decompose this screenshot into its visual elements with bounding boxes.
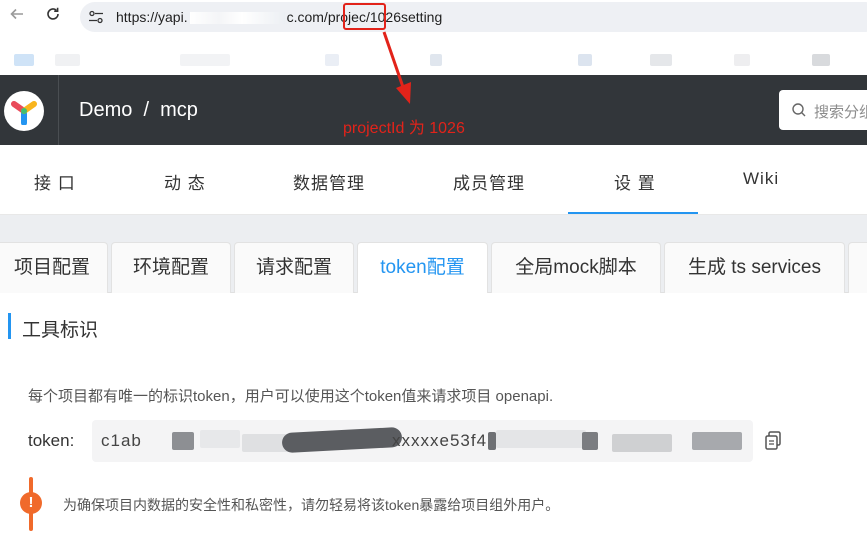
subtab-env-config[interactable]: 环境配置 (111, 242, 231, 293)
tab-settings[interactable]: 设 置 (614, 169, 656, 194)
breadcrumb[interactable]: Demo / mcp (79, 99, 198, 122)
settings-sub-tabs: 项目配置 环境配置 请求配置 token配置 全局mock脚本 生成 ts se… (0, 242, 867, 294)
subtab-project-config[interactable]: 项目配置 (0, 242, 108, 293)
browser-toolbar: https://yapi. c.com/projec/1026setting (0, 0, 867, 34)
subtab-ts-services[interactable]: 生成 ts services (664, 242, 845, 293)
project-id-highlight (343, 3, 386, 30)
tab-wiki[interactable]: Wiki (743, 169, 779, 189)
token-value-start: c1ab (101, 431, 142, 450)
token-description: 每个项目都有唯一的标识token，用户可以使用这个token值来请求项目 ope… (28, 388, 554, 405)
token-value-middle: xxxxxe53f4 (392, 431, 488, 450)
search-icon (791, 102, 807, 123)
main-tabs: 接 口 动 态 数据管理 成员管理 设 置 Wiki (0, 145, 867, 215)
subtab-request-config[interactable]: 请求配置 (234, 242, 354, 293)
yapi-logo-icon[interactable] (4, 91, 44, 131)
subtab-more[interactable] (848, 242, 867, 293)
subtab-token-config[interactable]: token配置 (357, 242, 488, 294)
copy-icon[interactable] (764, 431, 782, 451)
separator-band (0, 215, 867, 242)
tab-member-management[interactable]: 成员管理 (453, 169, 525, 194)
bookmarks-bar (0, 50, 867, 70)
warning-icon: ! (20, 492, 42, 514)
address-bar[interactable]: https://yapi. c.com/projec/1026setting (80, 2, 867, 32)
token-label: token: (28, 431, 75, 450)
active-tab-indicator (568, 212, 698, 214)
subtab-global-mock[interactable]: 全局mock脚本 (491, 242, 661, 293)
back-arrow-icon[interactable] (6, 6, 28, 28)
annotation-arrow (382, 31, 411, 104)
tab-interface[interactable]: 接 口 (34, 169, 76, 194)
section-accent-bar (8, 313, 11, 339)
tab-data-management[interactable]: 数据管理 (293, 169, 365, 194)
search-input[interactable]: 搜索分组 (779, 90, 867, 130)
section-title: 工具标识 (22, 320, 99, 341)
tab-activity[interactable]: 动 态 (164, 169, 206, 194)
header-divider (58, 75, 59, 145)
annotation-text: projectId 为 1026 (343, 120, 465, 137)
warning-text: 为确保项目内数据的安全性和私密性，请勿轻易将该token暴露给项目组外用户。 (63, 497, 560, 513)
reload-icon[interactable] (42, 6, 64, 28)
token-field[interactable]: c1ab xxxxxe53f4 (92, 420, 753, 462)
site-settings-icon[interactable] (88, 10, 104, 24)
token-config-panel: 工具标识 每个项目都有唯一的标识token，用户可以使用这个token值来请求项… (0, 293, 867, 546)
search-placeholder: 搜索分组 (814, 104, 867, 121)
url-text: https://yapi. c.com/projec/1026setting (116, 9, 443, 25)
